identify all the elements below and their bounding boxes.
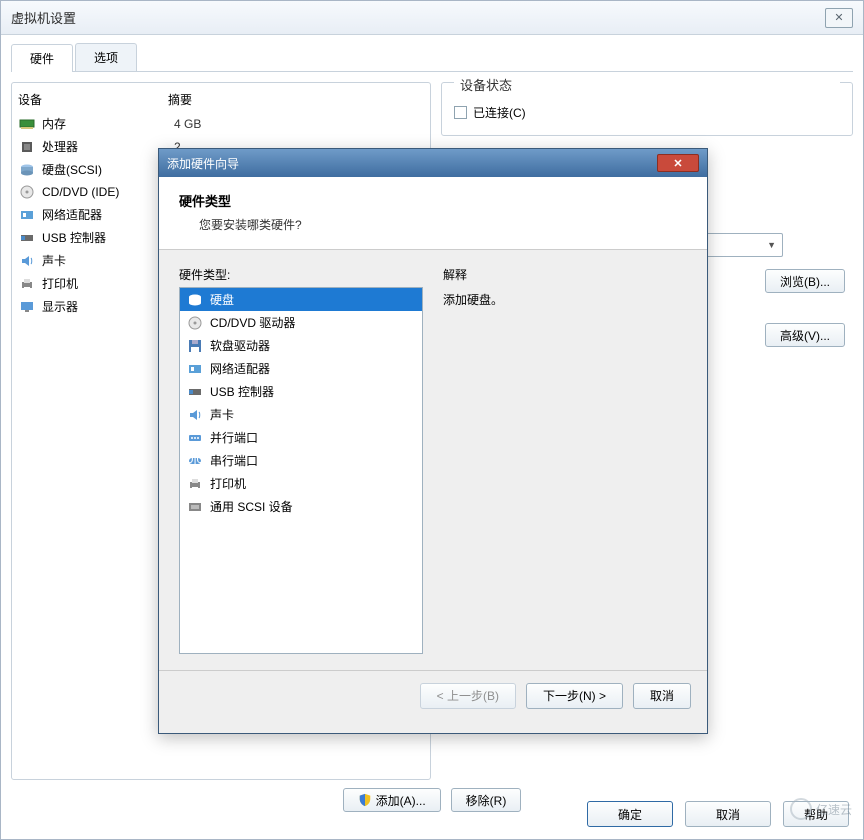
device-name: 硬盘(SCSI) bbox=[42, 161, 168, 178]
device-name: 显示器 bbox=[42, 298, 168, 315]
tab-area: 硬件 选项 bbox=[1, 35, 863, 72]
hardware-item-label: 软盘驱动器 bbox=[210, 337, 270, 354]
explanation-column: 解释 添加硬盘。 bbox=[443, 266, 687, 654]
usb-icon bbox=[18, 230, 36, 246]
hardware-type-label: 硬件类型: bbox=[179, 266, 423, 283]
tab-hardware[interactable]: 硬件 bbox=[11, 44, 73, 72]
hardware-item-label: CD/DVD 驱动器 bbox=[210, 314, 295, 331]
hardware-item-label: 串行端口 bbox=[210, 452, 258, 469]
chevron-down-icon: ▼ bbox=[767, 240, 776, 250]
col-summary: 摘要 bbox=[168, 91, 192, 108]
next-button[interactable]: 下一步(N) > bbox=[526, 683, 623, 709]
hardware-item[interactable]: 打印机 bbox=[180, 472, 422, 495]
printer-icon bbox=[186, 476, 204, 492]
shield-icon bbox=[358, 793, 372, 807]
hardware-item[interactable]: CD/DVD 驱动器 bbox=[180, 311, 422, 334]
device-name: 打印机 bbox=[42, 275, 168, 292]
advanced-button[interactable]: 高级(V)... bbox=[765, 323, 845, 347]
hardware-item[interactable]: 硬盘 bbox=[180, 288, 422, 311]
wizard-body: 硬件类型: 硬盘 CD/DVD 驱动器软盘驱动器网络适配器 USB 控制器声卡并行端… bbox=[159, 250, 707, 670]
watermark: 亿速云 bbox=[790, 798, 852, 820]
device-name: 声卡 bbox=[42, 252, 168, 269]
checkbox-icon bbox=[454, 106, 467, 119]
hardware-item[interactable]: 软盘驱动器 bbox=[180, 334, 422, 357]
wizard-footer: < 上一步(B) 下一步(N) > 取消 bbox=[159, 670, 707, 720]
device-header: 设备 摘要 bbox=[16, 87, 426, 112]
hardware-item-label: 硬盘 bbox=[210, 291, 234, 308]
device-name: 处理器 bbox=[42, 138, 168, 155]
hardware-item-label: USB 控制器 bbox=[210, 383, 274, 400]
back-button: < 上一步(B) bbox=[420, 683, 516, 709]
cpu-icon bbox=[18, 139, 36, 155]
wizard-heading: 硬件类型 bbox=[179, 191, 687, 210]
titlebar: 虚拟机设置 ✕ bbox=[1, 1, 863, 35]
hardware-item-label: 网络适配器 bbox=[210, 360, 270, 377]
parallel-icon bbox=[186, 430, 204, 446]
device-name: USB 控制器 bbox=[42, 229, 168, 246]
hardware-item[interactable]: 声卡 bbox=[180, 403, 422, 426]
device-name: CD/DVD (IDE) bbox=[42, 185, 168, 199]
window-title: 虚拟机设置 bbox=[11, 8, 825, 27]
memory-icon bbox=[18, 116, 36, 132]
sound-icon bbox=[186, 407, 204, 423]
hardware-item[interactable]: 并行端口 bbox=[180, 426, 422, 449]
watermark-text: 亿速云 bbox=[816, 801, 852, 818]
ok-button[interactable]: 确定 bbox=[587, 801, 673, 827]
add-hardware-wizard: 添加硬件向导 ✕ 硬件类型 您要安装哪类硬件? 硬件类型: 硬盘 CD/DVD 驱… bbox=[158, 148, 708, 734]
add-hardware-button[interactable]: 添加(A)... bbox=[343, 788, 441, 812]
hardware-item[interactable]: 0|0 串行端口 bbox=[180, 449, 422, 472]
explanation-label: 解释 bbox=[443, 266, 687, 283]
tab-options[interactable]: 选项 bbox=[75, 43, 137, 71]
wizard-title: 添加硬件向导 bbox=[167, 155, 657, 172]
cd-icon bbox=[186, 315, 204, 331]
wizard-close-button[interactable]: ✕ bbox=[657, 154, 699, 172]
sound-icon bbox=[18, 253, 36, 269]
device-status-group: 设备状态 已连接(C) bbox=[441, 82, 853, 136]
wizard-titlebar: 添加硬件向导 ✕ bbox=[159, 149, 707, 177]
device-summary: 4 GB bbox=[174, 117, 201, 131]
display-icon bbox=[18, 299, 36, 315]
device-row[interactable]: 内存 4 GB bbox=[16, 112, 426, 135]
connected-checkbox-row[interactable]: 已连接(C) bbox=[454, 104, 840, 121]
device-name: 网络适配器 bbox=[42, 206, 168, 223]
hardware-item[interactable]: USB 控制器 bbox=[180, 380, 422, 403]
browse-button[interactable]: 浏览(B)... bbox=[765, 269, 845, 293]
disk-icon bbox=[186, 292, 204, 308]
printer-icon bbox=[18, 276, 36, 292]
scsi-icon bbox=[186, 499, 204, 515]
nic-icon bbox=[18, 207, 36, 223]
device-name: 内存 bbox=[42, 115, 168, 132]
hardware-item-label: 声卡 bbox=[210, 406, 234, 423]
connected-label: 已连接(C) bbox=[473, 104, 526, 121]
window-close-button[interactable]: ✕ bbox=[825, 8, 853, 28]
device-status-legend: 设备状态 bbox=[454, 75, 840, 94]
cancel-button[interactable]: 取消 bbox=[685, 801, 771, 827]
hardware-item[interactable]: 网络适配器 bbox=[180, 357, 422, 380]
remove-hardware-button[interactable]: 移除(R) bbox=[451, 788, 522, 812]
hardware-item-label: 通用 SCSI 设备 bbox=[210, 498, 293, 515]
wizard-subheading: 您要安装哪类硬件? bbox=[199, 216, 687, 233]
hardware-type-column: 硬件类型: 硬盘 CD/DVD 驱动器软盘驱动器网络适配器 USB 控制器声卡并行端… bbox=[179, 266, 423, 654]
watermark-logo-icon bbox=[790, 798, 812, 820]
hardware-type-list[interactable]: 硬盘 CD/DVD 驱动器软盘驱动器网络适配器 USB 控制器声卡并行端口 0|0 串行… bbox=[179, 287, 423, 654]
disk-icon bbox=[18, 162, 36, 178]
serial-icon: 0|0 bbox=[186, 453, 204, 469]
explanation-text: 添加硬盘。 bbox=[443, 291, 687, 308]
hardware-item-label: 打印机 bbox=[210, 475, 246, 492]
floppy-icon bbox=[186, 338, 204, 354]
hardware-item-label: 并行端口 bbox=[210, 429, 258, 446]
cd-icon bbox=[18, 184, 36, 200]
tabstrip: 硬件 选项 bbox=[11, 43, 853, 72]
nic-icon bbox=[186, 361, 204, 377]
wizard-cancel-button[interactable]: 取消 bbox=[633, 683, 691, 709]
usb-icon bbox=[186, 384, 204, 400]
hardware-item[interactable]: 通用 SCSI 设备 bbox=[180, 495, 422, 518]
svg-text:0|0: 0|0 bbox=[187, 453, 203, 466]
col-device: 设备 bbox=[18, 91, 168, 108]
wizard-header: 硬件类型 您要安装哪类硬件? bbox=[159, 177, 707, 250]
